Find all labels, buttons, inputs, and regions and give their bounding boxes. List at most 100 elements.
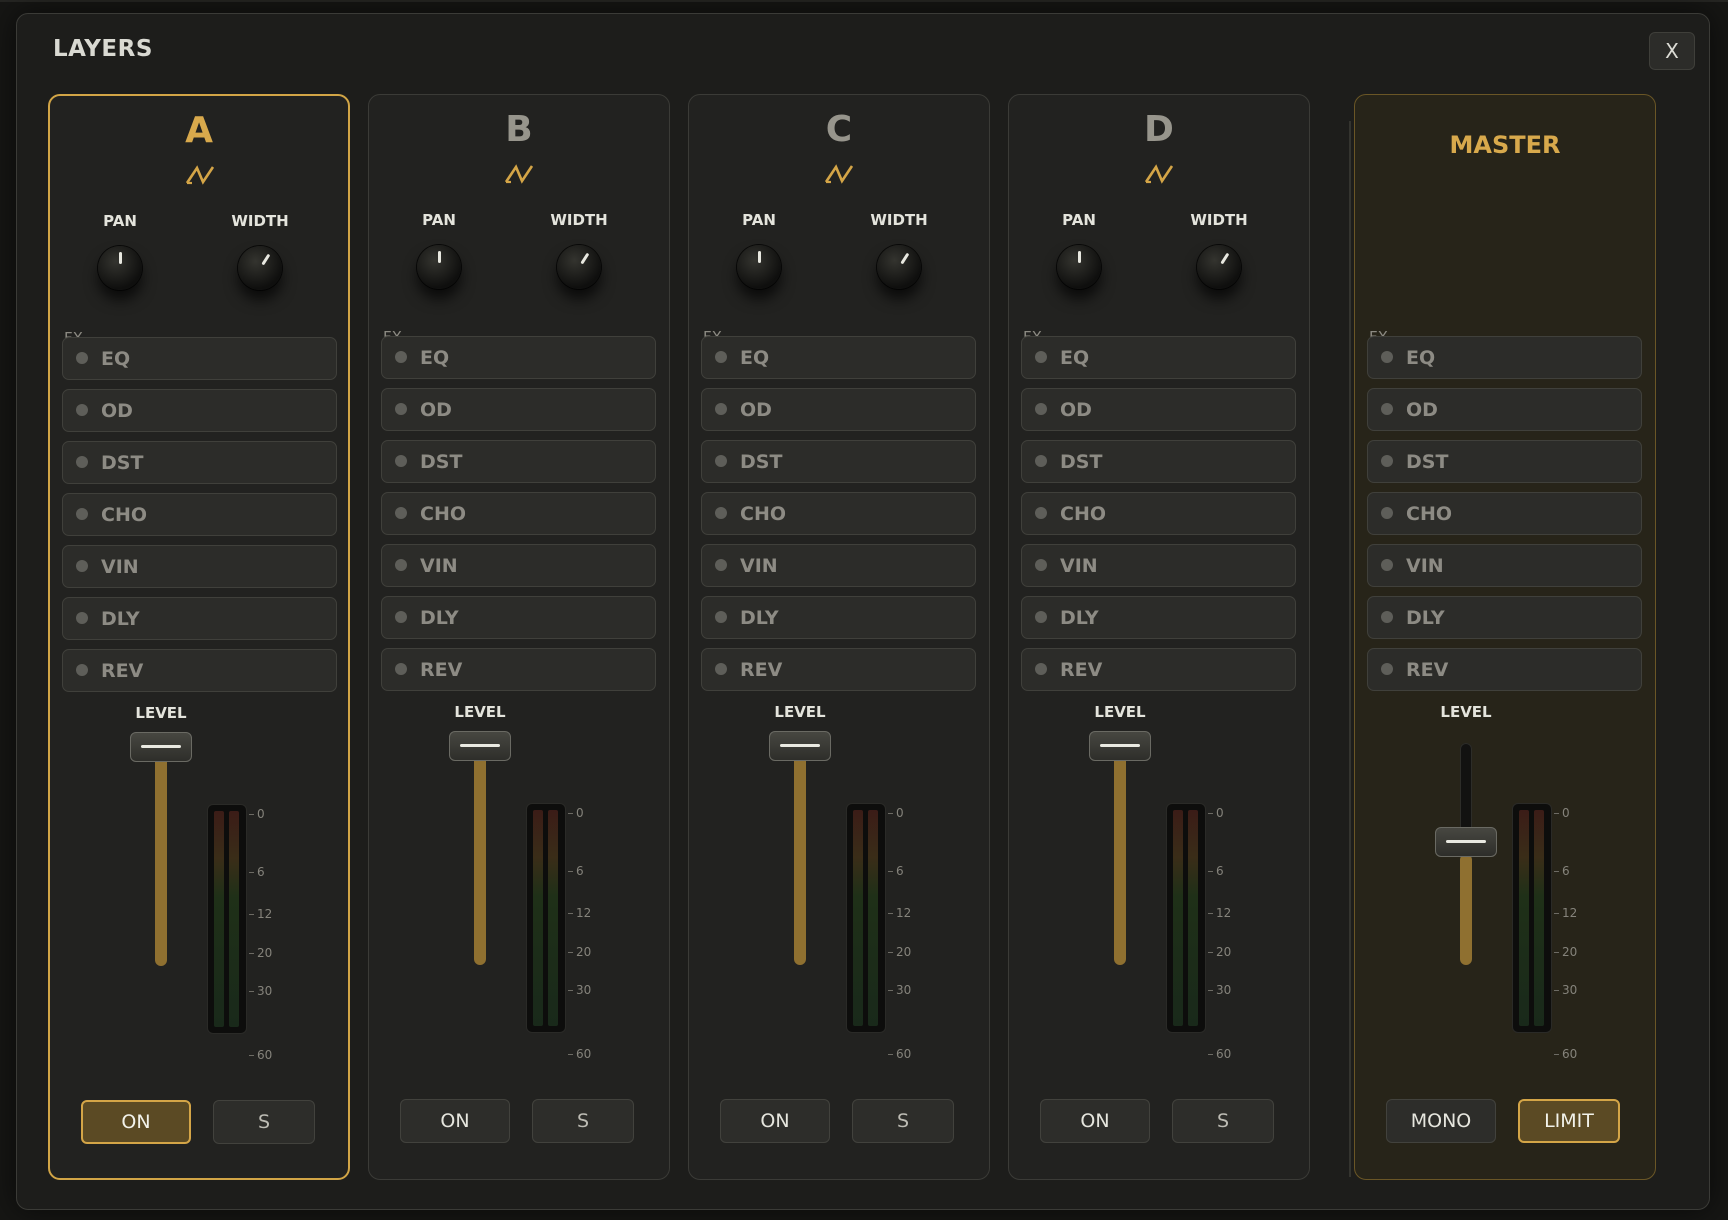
fx-toggle-button[interactable]: DST	[1367, 440, 1642, 483]
fx-name: DLY	[420, 607, 459, 629]
fx-toggle-button[interactable]: VIN	[1021, 544, 1296, 587]
fx-toggle-button[interactable]: VIN	[1367, 544, 1642, 587]
channel-solo-button[interactable]: S	[532, 1099, 634, 1143]
fx-toggle-button[interactable]: DLY	[701, 596, 976, 639]
fx-toggle-button[interactable]: DST	[381, 440, 656, 483]
level-fader-handle[interactable]	[1435, 827, 1497, 857]
channel-on-button[interactable]: ON	[400, 1099, 510, 1143]
meter-scale-label: 60	[249, 1049, 272, 1061]
channel-strip-a[interactable]: APANWIDTHFXEQODDSTCHOVINDLYREVLEVEL06122…	[48, 94, 350, 1180]
width-knob[interactable]	[1197, 245, 1241, 289]
fx-name: DLY	[740, 607, 779, 629]
channel-strip-d[interactable]: DPANWIDTHFXEQODDSTCHOVINDLYREVLEVEL06122…	[1008, 94, 1310, 1180]
fx-toggle-button[interactable]: DLY	[1367, 596, 1642, 639]
level-fader-fill	[794, 743, 806, 965]
fx-name: CHO	[420, 503, 466, 525]
fx-toggle-button[interactable]: DLY	[62, 597, 337, 640]
fx-toggle-button[interactable]: DST	[62, 441, 337, 484]
level-fader-track[interactable]	[474, 743, 486, 965]
fx-toggle-button[interactable]: EQ	[381, 336, 656, 379]
width-knob[interactable]	[557, 245, 601, 289]
fx-toggle-button[interactable]: OD	[381, 388, 656, 431]
limit-button[interactable]: LIMIT	[1518, 1099, 1620, 1143]
fx-name: VIN	[101, 556, 139, 578]
fx-toggle-button[interactable]: OD	[1021, 388, 1296, 431]
level-fader-handle[interactable]	[130, 732, 192, 762]
fx-toggle-button[interactable]: EQ	[62, 337, 337, 380]
fx-status-led	[395, 611, 407, 623]
master-strip: MASTERFXEQODDSTCHOVINDLYREVLEVEL06122030…	[1354, 94, 1656, 1180]
level-label: LEVEL	[135, 704, 187, 722]
meter-scale-label: 30	[888, 984, 911, 996]
meter-scale-label: 20	[888, 946, 911, 958]
meter-scale-label: 6	[1554, 865, 1570, 877]
meter-bar-left	[1519, 810, 1529, 1026]
channel-strip-b[interactable]: BPANWIDTHFXEQODDSTCHOVINDLYREVLEVEL06122…	[368, 94, 670, 1180]
fx-name: EQ	[1060, 347, 1090, 369]
fx-name: EQ	[740, 347, 770, 369]
fx-name: OD	[101, 400, 133, 422]
fx-toggle-button[interactable]: CHO	[1367, 492, 1642, 535]
fx-status-led	[1381, 559, 1393, 571]
pan-knob[interactable]	[98, 246, 142, 290]
layers-dialog: LAYERS X APANWIDTHFXEQODDSTCHOVINDLYREVL…	[16, 13, 1710, 1210]
pan-knob[interactable]	[417, 245, 461, 289]
pan-label: PAN	[422, 211, 456, 229]
fx-toggle-button[interactable]: EQ	[701, 336, 976, 379]
channel-on-button[interactable]: ON	[1040, 1099, 1150, 1143]
meter-scale-label: 60	[888, 1048, 911, 1060]
fx-toggle-button[interactable]: CHO	[62, 493, 337, 536]
meter-scale-label: 12	[249, 908, 272, 920]
meter-scale-label: 0	[249, 808, 265, 820]
width-knob[interactable]	[238, 246, 282, 290]
fx-name: OD	[740, 399, 772, 421]
fx-toggle-button[interactable]: OD	[1367, 388, 1642, 431]
channel-on-button[interactable]: ON	[81, 1100, 191, 1144]
level-fader-handle[interactable]	[449, 731, 511, 761]
level-fader-track[interactable]	[794, 743, 806, 965]
level-fader-handle[interactable]	[769, 731, 831, 761]
fx-toggle-button[interactable]: EQ	[1021, 336, 1296, 379]
meter-bar-left	[1173, 810, 1183, 1026]
fx-toggle-button[interactable]: REV	[1021, 648, 1296, 691]
fx-toggle-button[interactable]: REV	[381, 648, 656, 691]
mono-button[interactable]: MONO	[1386, 1099, 1496, 1143]
fx-name: CHO	[1406, 503, 1452, 525]
fx-toggle-button[interactable]: DST	[1021, 440, 1296, 483]
fx-toggle-button[interactable]: OD	[62, 389, 337, 432]
channel-solo-button[interactable]: S	[213, 1100, 315, 1144]
fx-toggle-button[interactable]: CHO	[381, 492, 656, 535]
level-fader-handle[interactable]	[1089, 731, 1151, 761]
fx-toggle-button[interactable]: REV	[701, 648, 976, 691]
width-knob[interactable]	[877, 245, 921, 289]
meter-bar-right	[1188, 810, 1198, 1026]
pan-knob[interactable]	[737, 245, 781, 289]
fx-toggle-button[interactable]: CHO	[701, 492, 976, 535]
width-label: WIDTH	[1190, 211, 1248, 229]
fx-toggle-button[interactable]: REV	[62, 649, 337, 692]
channel-strip-c[interactable]: CPANWIDTHFXEQODDSTCHOVINDLYREVLEVEL06122…	[688, 94, 990, 1180]
fx-status-led	[1035, 455, 1047, 467]
level-fader-track[interactable]	[155, 744, 167, 966]
pan-knob[interactable]	[1057, 245, 1101, 289]
master-title: MASTER	[1449, 131, 1561, 159]
fx-toggle-button[interactable]: REV	[1367, 648, 1642, 691]
fx-toggle-button[interactable]: VIN	[62, 545, 337, 588]
level-fader-track[interactable]	[1114, 743, 1126, 965]
fx-toggle-button[interactable]: DLY	[381, 596, 656, 639]
fx-toggle-button[interactable]: EQ	[1367, 336, 1642, 379]
fx-toggle-button[interactable]: VIN	[701, 544, 976, 587]
channel-solo-button[interactable]: S	[852, 1099, 954, 1143]
fx-toggle-button[interactable]: OD	[701, 388, 976, 431]
meter-bar-right	[229, 811, 239, 1027]
fx-status-led	[1035, 663, 1047, 675]
meter-scale-label: 30	[568, 984, 591, 996]
channel-solo-button[interactable]: S	[1172, 1099, 1274, 1143]
channel-on-button[interactable]: ON	[720, 1099, 830, 1143]
fx-toggle-button[interactable]: DLY	[1021, 596, 1296, 639]
fx-toggle-button[interactable]: DST	[701, 440, 976, 483]
fx-toggle-button[interactable]: VIN	[381, 544, 656, 587]
close-button[interactable]: X	[1649, 32, 1695, 70]
fx-toggle-button[interactable]: CHO	[1021, 492, 1296, 535]
level-label: LEVEL	[1440, 703, 1492, 721]
